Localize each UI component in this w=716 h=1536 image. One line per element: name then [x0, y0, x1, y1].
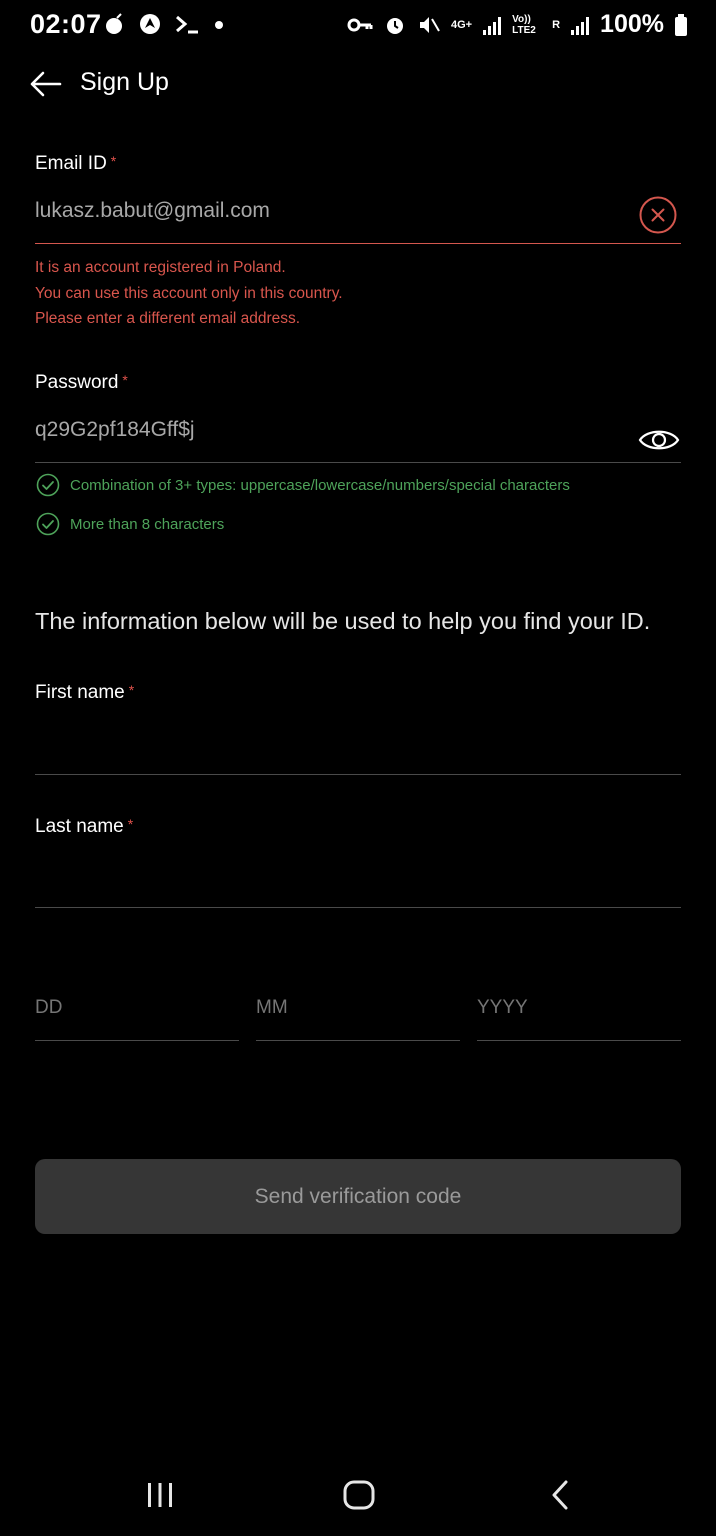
first-name-label: First name * [35, 682, 134, 704]
password-underline [35, 462, 681, 463]
vpn-key-icon [347, 18, 373, 31]
send-verification-code-label: Send verification code [254, 1184, 462, 1208]
email-error-2: You can use this account only in this co… [35, 284, 343, 302]
last-name-input[interactable] [35, 863, 681, 887]
navigation-icon [140, 14, 160, 34]
email-input[interactable] [35, 199, 615, 223]
back-arrow-icon[interactable] [28, 66, 64, 102]
birth-year-underline [477, 1040, 681, 1041]
info-text: The information below will be used to he… [35, 608, 651, 634]
email-error-messages: It is an account registered in Poland. Y… [35, 255, 343, 332]
required-mark: * [128, 682, 135, 698]
birth-day-underline [35, 1040, 239, 1041]
home-icon[interactable] [342, 1478, 376, 1512]
email-underline [35, 243, 681, 244]
birth-month-input[interactable] [256, 997, 460, 1019]
email-error-1: It is an account registered in Poland. [35, 259, 286, 276]
recent-apps-icon[interactable] [145, 1480, 175, 1510]
email-error-3: Please enter a different email address. [35, 310, 301, 327]
signal-icon [483, 16, 502, 35]
signal-2-icon [571, 16, 590, 35]
email-label-text: Email ID [35, 153, 107, 174]
check-circle-icon [36, 512, 60, 536]
email-label: Email ID * [35, 153, 116, 175]
required-mark: * [127, 816, 134, 832]
password-label-text: Password [35, 372, 119, 393]
password-rule-types-text: Combination of 3+ types: uppercase/lower… [70, 476, 570, 494]
birth-year-input[interactable] [477, 997, 681, 1019]
birth-day-input[interactable] [35, 997, 239, 1019]
status-bar: 02:07 4G+ Vo)) LTE2 R 100% [0, 0, 716, 52]
password-rule-length-text: More than 8 characters [70, 515, 225, 533]
status-notification-icons [104, 12, 226, 36]
clear-email-icon[interactable] [639, 196, 677, 234]
status-system-icons: 4G+ Vo)) LTE2 R 100% [347, 10, 688, 39]
volte-label: Vo)) LTE2 [512, 13, 536, 36]
status-time: 02:07 [30, 9, 102, 39]
first-name-input[interactable] [35, 730, 681, 754]
last-name-label: Last name * [35, 816, 133, 838]
page-title: Sign Up [80, 68, 169, 96]
required-mark: * [110, 153, 117, 169]
last-name-label-text: Last name [35, 816, 124, 837]
terminal-icon [176, 15, 198, 34]
password-label: Password * [35, 372, 128, 394]
last-name-underline [35, 907, 681, 908]
show-password-eye-icon[interactable] [637, 424, 681, 456]
nav-back-icon[interactable] [548, 1478, 572, 1512]
required-mark: * [122, 372, 128, 388]
network-type-label: 4G+ [450, 18, 473, 31]
dot-icon [215, 21, 223, 29]
mute-icon [419, 16, 440, 33]
alarm-icon [386, 17, 403, 34]
roaming-label: R [552, 18, 561, 31]
bomb-icon [106, 13, 122, 34]
first-name-underline [35, 774, 681, 775]
send-verification-code-button[interactable]: Send verification code [35, 1159, 681, 1234]
password-rule-types: Combination of 3+ types: uppercase/lower… [36, 473, 570, 497]
password-input[interactable] [35, 418, 615, 442]
battery-icon [675, 13, 687, 36]
password-rule-length: More than 8 characters [36, 512, 224, 536]
check-circle-icon [36, 473, 60, 497]
birth-month-underline [256, 1040, 460, 1041]
first-name-label-text: First name [35, 682, 125, 703]
battery-percent: 100% [600, 10, 664, 38]
